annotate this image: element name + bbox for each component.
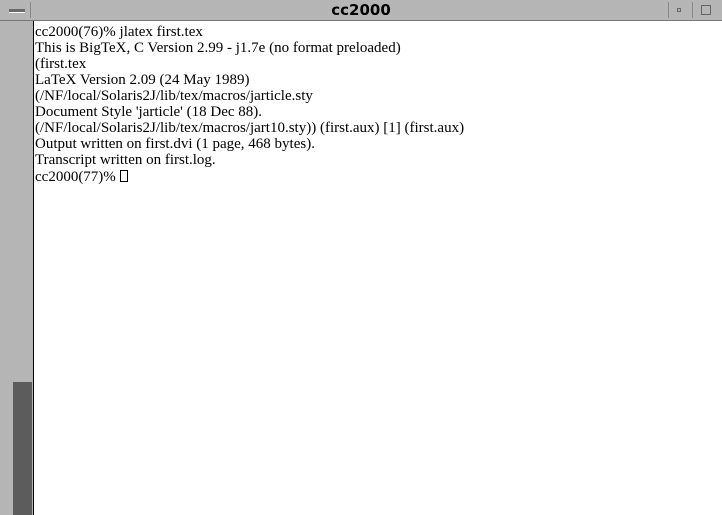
minimize-button[interactable] — [668, 2, 688, 18]
terminal-line: This is BigTeX, C Version 2.99 - j1.7e (… — [35, 40, 401, 56]
terminal-output[interactable]: cc2000(76)% jlatex first.tex This is Big… — [35, 21, 722, 515]
maximize-icon — [701, 5, 711, 15]
window-title-text: cc2000 — [331, 1, 391, 19]
terminal-line: Document Style 'jarticle' (18 Dec 88). — [35, 104, 262, 120]
minimize-icon — [677, 8, 681, 12]
window-title: cc2000 — [0, 1, 722, 19]
terminal-prompt: cc2000(77)% — [35, 169, 120, 185]
scrollbar-thumb[interactable] — [13, 382, 32, 515]
title-bar[interactable]: cc2000 — [0, 0, 722, 21]
terminal-line: (first.tex — [35, 56, 87, 72]
terminal-scrollbar[interactable] — [12, 21, 34, 515]
block-cursor — [119, 170, 128, 182]
window-frame-left[interactable] — [0, 21, 12, 515]
terminal-line: Transcript written on first.log. — [35, 152, 216, 168]
terminal-line: (/NF/local/Solaris2J/lib/tex/macros/jart… — [35, 88, 313, 104]
terminal-line: cc2000(76)% jlatex first.tex — [35, 24, 203, 40]
terminal-line: LaTeX Version 2.09 (24 May 1989) — [35, 72, 250, 88]
maximize-button[interactable] — [692, 2, 719, 18]
terminal-prompt-line[interactable]: cc2000(77)% — [35, 168, 722, 185]
terminal-window: cc2000 cc2000(76)% jlatex first.tex This… — [0, 0, 722, 515]
terminal-line: (/NF/local/Solaris2J/lib/tex/macros/jart… — [35, 120, 465, 136]
terminal-line: Output written on first.dvi (1 page, 468… — [35, 136, 315, 152]
